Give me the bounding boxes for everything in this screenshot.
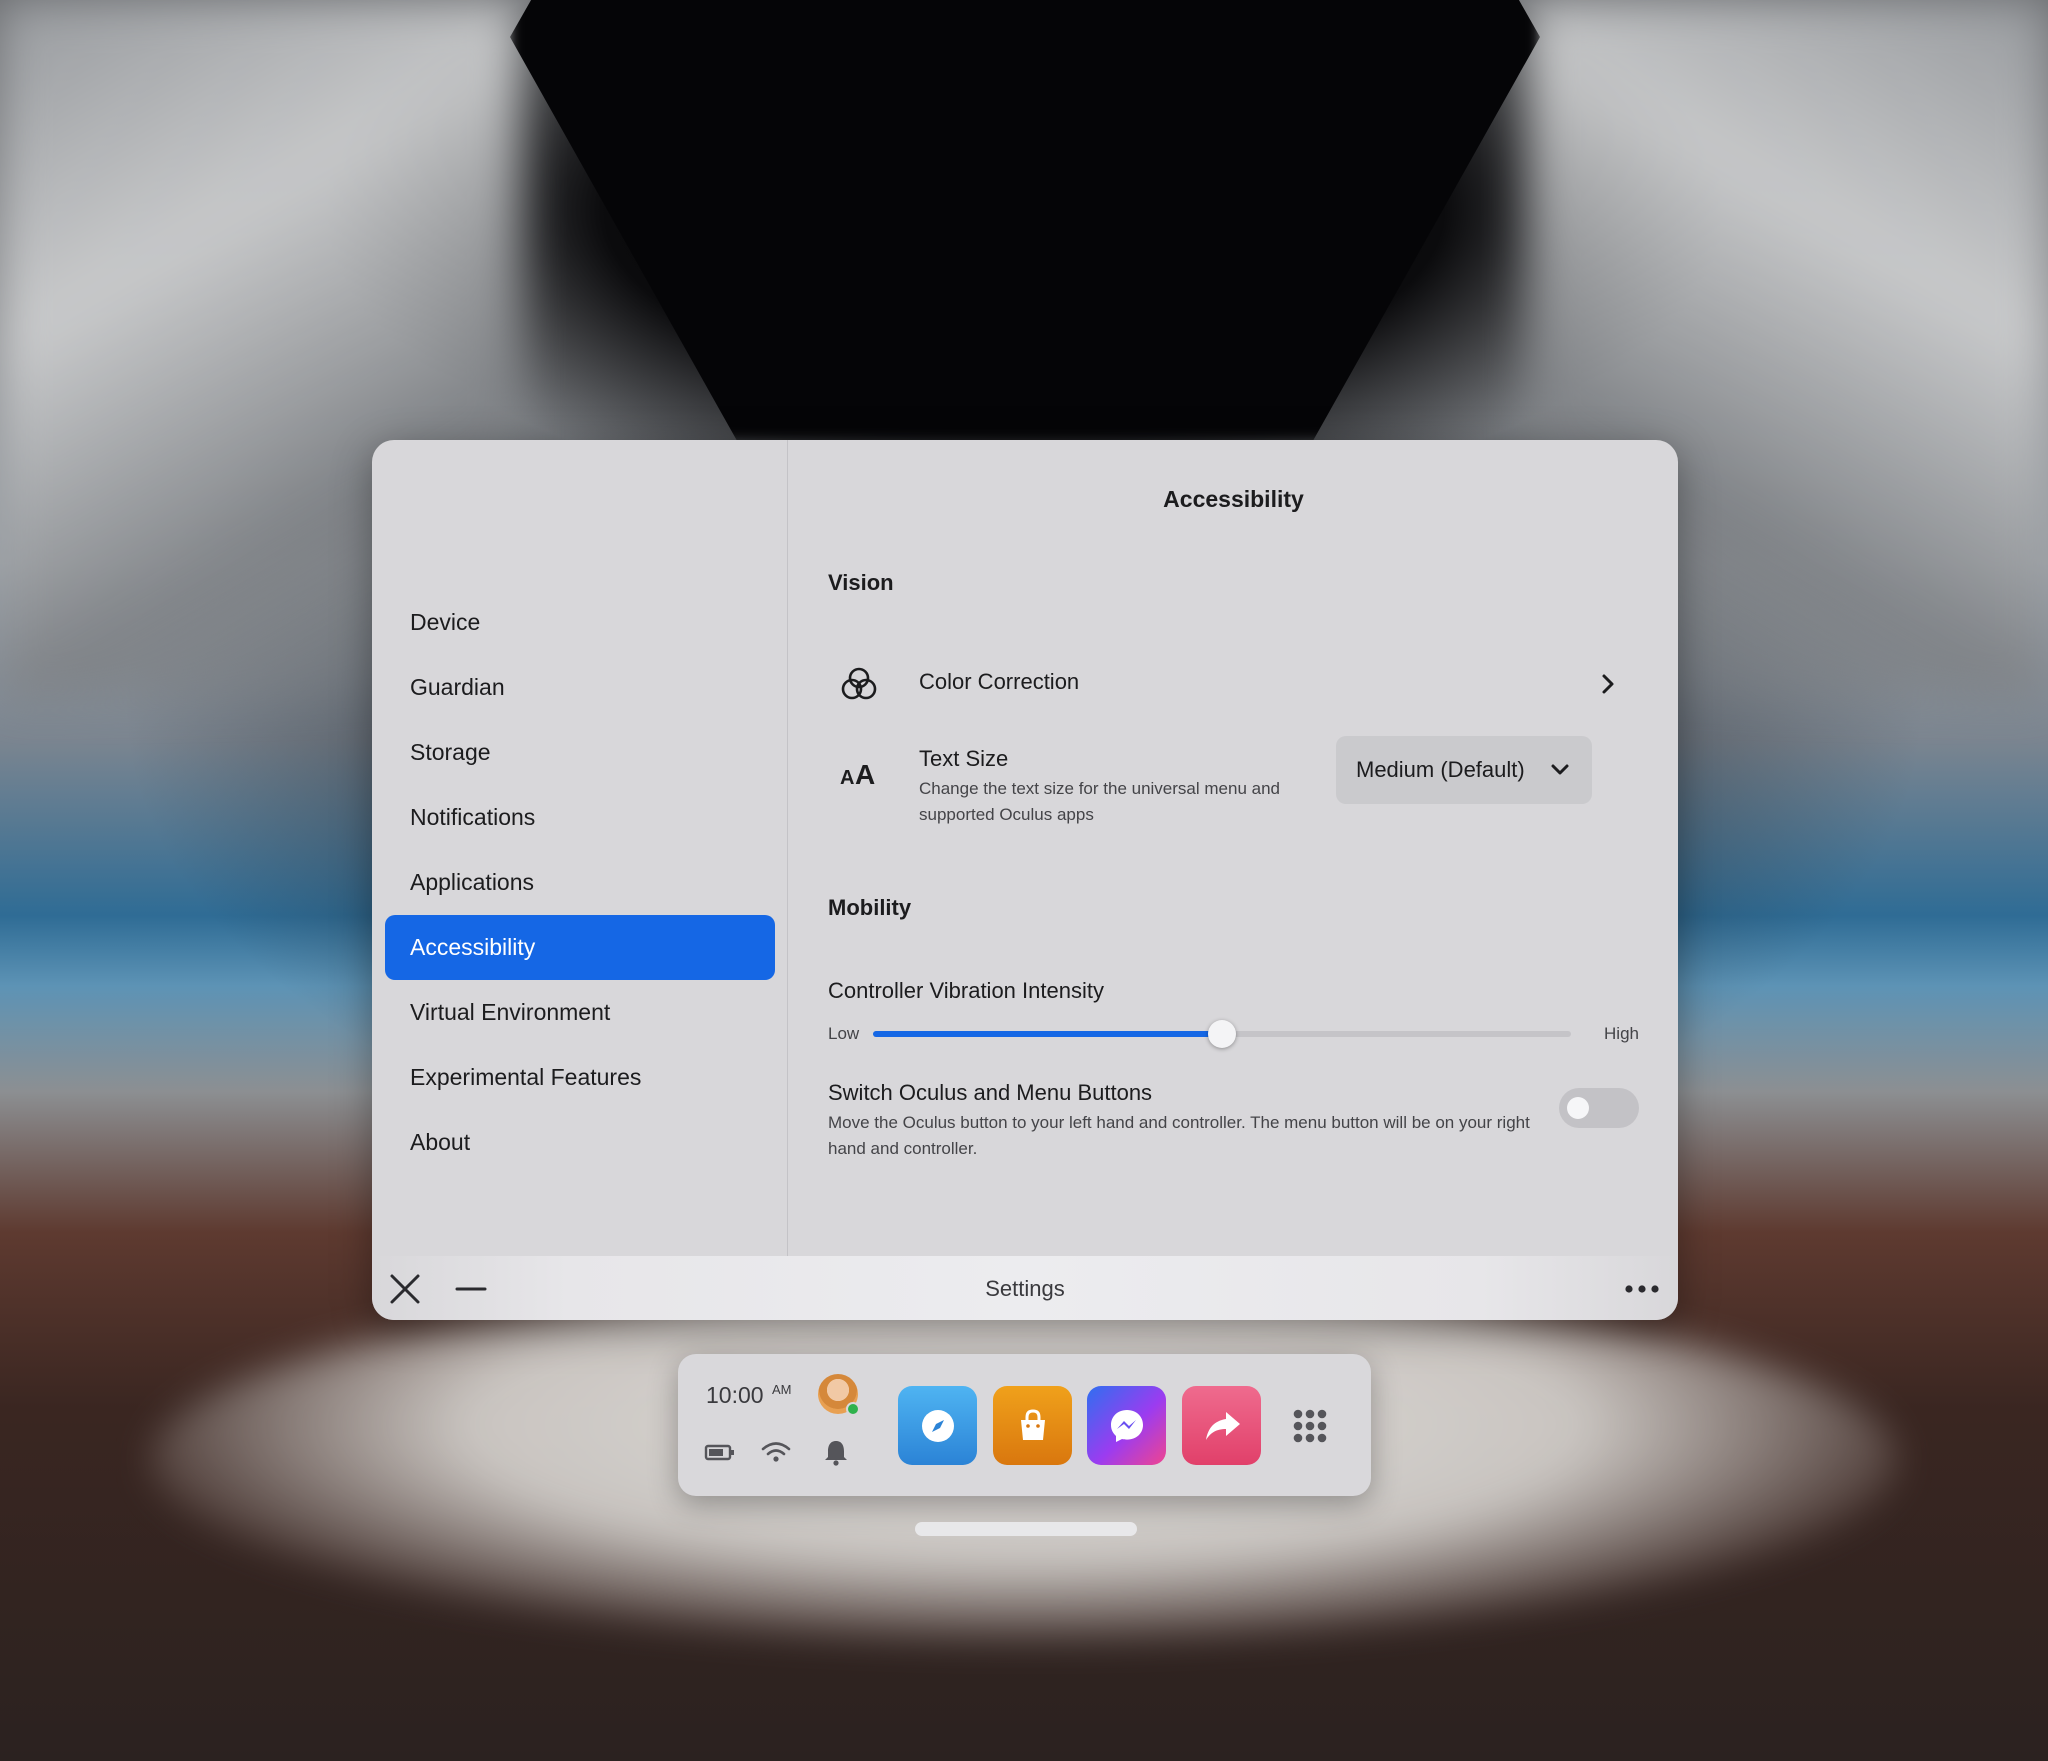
section-title-mobility: Mobility	[828, 895, 912, 920]
background-ceiling	[510, 0, 1540, 440]
sidebar-item-notifications[interactable]: Notifications	[385, 785, 775, 850]
vibration-label: Controller Vibration Intensity	[828, 978, 1104, 1003]
text-size-dropdown[interactable]: Medium (Default)	[1336, 736, 1592, 804]
window-bar: Settings	[372, 1256, 1678, 1320]
settings-window: Device Guardian Storage Notifications Ap…	[372, 440, 1678, 1320]
switch-buttons-label: Switch Oculus and Menu Buttons	[828, 1080, 1153, 1105]
messenger-icon	[1110, 1409, 1143, 1442]
color-correction-label: Color Correction	[919, 669, 1080, 694]
universal-menu-dock: 10:00 AM	[678, 1354, 1371, 1496]
sidebar-item-accessibility[interactable]: Accessibility	[385, 915, 775, 980]
more-options-icon[interactable]	[1622, 1272, 1662, 1306]
share-arrow-icon	[1205, 1411, 1240, 1440]
store-icon	[1020, 1408, 1045, 1440]
clock-time: 10:00	[706, 1382, 764, 1408]
page-title: Accessibility	[1163, 486, 1304, 512]
svg-text:A: A	[840, 767, 854, 789]
slider-high-label: High	[1604, 1024, 1639, 1043]
notifications-bell-icon[interactable]	[820, 1438, 852, 1466]
sidebar-item-virtual-environment[interactable]: Virtual Environment	[385, 980, 775, 1045]
toggle-knob	[1567, 1097, 1589, 1119]
settings-sidebar: Device Guardian Storage Notifications Ap…	[372, 440, 788, 1256]
vibration-slider[interactable]	[873, 1020, 1571, 1048]
chevron-right-icon[interactable]	[1596, 672, 1620, 696]
sidebar-item-storage[interactable]: Storage	[385, 720, 775, 785]
vibration-slider-thumb[interactable]	[1208, 1020, 1236, 1048]
settings-content: Accessibility Vision Color Correction A …	[789, 440, 1678, 1256]
app-library-grid-icon[interactable]	[1292, 1408, 1328, 1444]
slider-low-label: Low	[828, 1024, 860, 1043]
battery-icon[interactable]	[704, 1438, 736, 1466]
switch-buttons-toggle[interactable]	[1559, 1088, 1639, 1128]
online-status-dot	[846, 1402, 860, 1416]
sidebar-item-about[interactable]: About	[385, 1110, 775, 1175]
window-title: Settings	[985, 1276, 1065, 1301]
switch-buttons-description: Move the Oculus button to your left hand…	[828, 1113, 1530, 1158]
section-title-vision: Vision	[828, 570, 894, 595]
share-app-button[interactable]	[1182, 1386, 1261, 1465]
messenger-app-button[interactable]	[1087, 1386, 1166, 1465]
chevron-down-icon	[1551, 764, 1569, 775]
sidebar-item-applications[interactable]: Applications	[385, 850, 775, 915]
wifi-icon[interactable]	[760, 1438, 792, 1466]
text-size-label: Text Size	[919, 746, 1009, 771]
sidebar-item-guardian[interactable]: Guardian	[385, 655, 775, 720]
store-app-button[interactable]	[993, 1386, 1072, 1465]
avatar[interactable]	[818, 1374, 860, 1416]
explore-icon	[921, 1409, 954, 1442]
sidebar-item-experimental-features[interactable]: Experimental Features	[385, 1045, 775, 1110]
color-circles-icon	[841, 667, 877, 700]
clock-ampm: AM	[772, 1382, 792, 1397]
sidebar-item-device[interactable]: Device	[385, 590, 775, 655]
text-size-description: Change the text size for the universal m…	[919, 779, 1280, 824]
svg-text:A: A	[855, 759, 875, 790]
vibration-slider-fill	[873, 1031, 1222, 1037]
text-size-selected: Medium (Default)	[1356, 757, 1525, 782]
explore-app-button[interactable]	[898, 1386, 977, 1465]
text-size-icon: A A	[840, 759, 875, 790]
dock-handle[interactable]	[915, 1522, 1137, 1536]
